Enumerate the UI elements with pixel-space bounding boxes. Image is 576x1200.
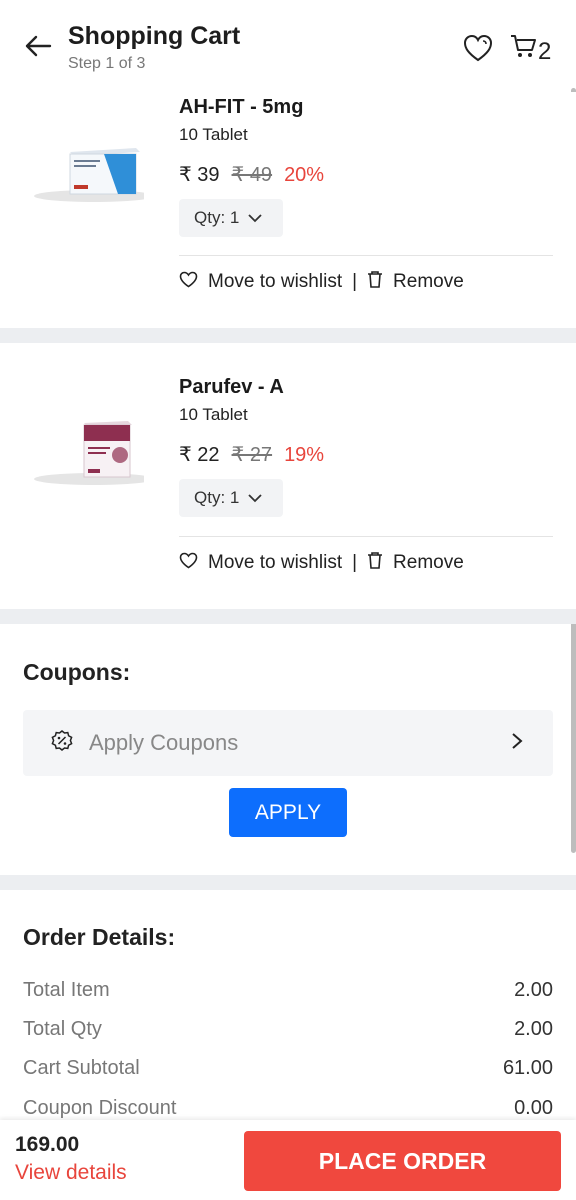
item-actions: Move to wishlist | Remove: [179, 551, 464, 575]
price-row: ₹ 22 ₹ 27 19%: [179, 442, 324, 467]
back-button[interactable]: [22, 32, 54, 64]
trash-icon: [367, 551, 383, 575]
remove-button[interactable]: Remove: [367, 551, 464, 575]
order-total: 169.00: [15, 1133, 80, 1156]
move-to-wishlist-label: Move to wishlist: [208, 271, 343, 292]
product-name[interactable]: Parufev - A: [179, 376, 284, 399]
quantity-label: Qty: 1: [194, 208, 240, 227]
discount-percent: 19%: [284, 444, 325, 466]
order-detail-row: Coupon Discount 0.00: [23, 1097, 553, 1120]
wishlist-button[interactable]: [462, 33, 494, 65]
action-separator: |: [352, 552, 358, 573]
mrp-price: ₹ 27: [231, 444, 273, 466]
view-details-link[interactable]: View details: [15, 1161, 127, 1185]
divider: [179, 255, 553, 256]
order-detail-label: Total Qty: [23, 1018, 102, 1040]
product-pack-size: 10 Tablet: [179, 125, 248, 144]
app-header: Shopping Cart Step 1 of 3 2: [0, 0, 576, 92]
order-detail-label: Coupon Discount: [23, 1097, 177, 1119]
order-detail-value: 2.00: [514, 1018, 553, 1040]
step-indicator: Step 1 of 3: [68, 55, 146, 72]
action-separator: |: [352, 271, 358, 292]
order-details-heading: Order Details:: [23, 924, 176, 950]
chevron-down-icon: [247, 208, 263, 228]
place-order-button[interactable]: PLACE ORDER: [244, 1131, 561, 1191]
checkout-bar: 169.00 View details PLACE ORDER: [0, 1120, 576, 1200]
remove-label: Remove: [393, 552, 464, 573]
order-detail-value: 61.00: [502, 1057, 553, 1079]
heart-icon: [462, 34, 494, 67]
product-image: [24, 138, 154, 218]
order-detail-row: Cart Subtotal 61.00: [23, 1057, 553, 1080]
discount-percent: 20%: [284, 164, 325, 186]
coupon-badge-icon: [51, 729, 73, 757]
order-detail-label: Cart Subtotal: [23, 1057, 140, 1079]
section-separator: [0, 609, 576, 624]
heart-icon: [179, 271, 198, 294]
apply-coupon-button[interactable]: APPLY: [229, 788, 347, 837]
selling-price: ₹ 22: [179, 444, 220, 466]
order-detail-value: 0.00: [514, 1097, 553, 1119]
order-detail-row: Total Qty 2.00: [23, 1018, 553, 1041]
item-actions: Move to wishlist | Remove: [179, 270, 464, 294]
order-detail-value: 2.00: [514, 979, 553, 1001]
product-pack-size: 10 Tablet: [179, 405, 248, 424]
cart-button[interactable]: 2: [509, 33, 551, 65]
trash-icon: [367, 270, 383, 294]
move-to-wishlist-button[interactable]: Move to wishlist: [179, 552, 342, 575]
cart-count-badge: 2: [538, 38, 552, 65]
cart-icon: [509, 32, 537, 65]
apply-coupons-label: Apply Coupons: [89, 730, 239, 755]
quantity-label: Qty: 1: [194, 488, 240, 507]
heart-icon: [179, 552, 198, 575]
quantity-selector[interactable]: Qty: 1: [179, 199, 283, 237]
quantity-selector[interactable]: Qty: 1: [179, 479, 283, 517]
cart-item: AH-FIT - 5mg 10 Tablet ₹ 39 ₹ 49 20% Qty…: [0, 92, 576, 328]
product-name[interactable]: AH-FIT - 5mg: [179, 96, 303, 119]
chevron-right-icon: [511, 732, 523, 755]
move-to-wishlist-label: Move to wishlist: [208, 552, 343, 573]
order-detail-label: Total Item: [23, 979, 110, 1001]
selling-price: ₹ 39: [179, 164, 220, 186]
price-row: ₹ 39 ₹ 49 20%: [179, 162, 324, 187]
back-arrow-icon: [24, 34, 52, 63]
section-separator: [0, 328, 576, 343]
coupons-heading: Coupons:: [23, 659, 131, 685]
cart-item: Parufev - A 10 Tablet ₹ 22 ₹ 27 19% Qty:…: [0, 343, 576, 609]
section-separator: [0, 875, 576, 890]
order-detail-row: Total Item 2.00: [23, 979, 553, 1002]
move-to-wishlist-button[interactable]: Move to wishlist: [179, 271, 342, 294]
chevron-down-icon: [247, 488, 263, 508]
mrp-price: ₹ 49: [231, 164, 273, 186]
remove-button[interactable]: Remove: [367, 270, 464, 294]
remove-label: Remove: [393, 271, 464, 292]
product-image: [24, 413, 154, 493]
apply-coupons-field[interactable]: Apply Coupons: [23, 710, 553, 776]
divider: [179, 536, 553, 537]
page-title: Shopping Cart: [68, 22, 241, 50]
